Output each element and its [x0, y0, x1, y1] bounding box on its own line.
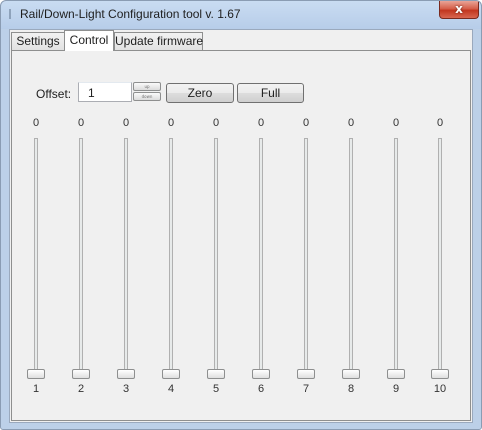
channel-5: 05 — [201, 115, 231, 405]
tab-update-firmware[interactable]: Update firmware — [114, 32, 203, 50]
slider-track[interactable] — [304, 138, 308, 376]
window-title: Rail/Down-Light Configuration tool v. 1.… — [20, 7, 241, 21]
tab-control[interactable]: Control — [64, 30, 114, 51]
channel-value: 0 — [302, 117, 310, 129]
slider-thumb[interactable] — [207, 369, 225, 379]
app-window: Rail/Down-Light Configuration tool v. 1.… — [0, 0, 482, 430]
channel-2: 02 — [66, 115, 96, 405]
channel-8: 08 — [336, 115, 366, 405]
offset-label: Offset: — [36, 87, 72, 101]
channel-3: 03 — [111, 115, 141, 405]
slider-track[interactable] — [34, 138, 38, 376]
control-panel: Offset: 1 up down Zero Full 010203040506… — [11, 50, 471, 421]
channel-10: 0 10 — [425, 115, 455, 405]
channel-9: 09 — [381, 115, 411, 405]
channel-value: 0 — [212, 117, 220, 129]
channel-4: 04 — [156, 115, 186, 405]
channel-value: 0 — [436, 117, 444, 129]
channel-label: 3 — [122, 383, 130, 395]
slider-track[interactable] — [214, 138, 218, 376]
channel-1: 01 — [21, 115, 51, 405]
slider-thumb[interactable] — [72, 369, 90, 379]
slider-thumb[interactable] — [431, 369, 449, 379]
slider-track[interactable] — [394, 138, 398, 376]
channel-value: 0 — [32, 117, 40, 129]
channel-label: 6 — [257, 383, 265, 395]
slider-thumb[interactable] — [162, 369, 180, 379]
channel-6: 06 — [246, 115, 276, 405]
slider-thumb[interactable] — [252, 369, 270, 379]
offset-spin-down-button[interactable]: down — [133, 92, 161, 101]
slider-thumb[interactable] — [342, 369, 360, 379]
channel-label: 8 — [347, 383, 355, 395]
slider-track[interactable] — [438, 138, 442, 376]
channel-label: 4 — [167, 383, 175, 395]
full-button[interactable]: Full — [237, 83, 304, 103]
offset-input[interactable]: 1 — [78, 82, 132, 102]
client-area: Settings Control Update firmware Offset:… — [9, 29, 473, 423]
slider-track[interactable] — [79, 138, 83, 376]
close-icon: x — [455, 2, 463, 16]
channel-label: 9 — [392, 383, 400, 395]
channel-label: 7 — [302, 383, 310, 395]
channel-value: 0 — [392, 117, 400, 129]
channel-value: 0 — [167, 117, 175, 129]
slider-thumb[interactable] — [27, 369, 45, 379]
close-button[interactable]: x — [439, 1, 479, 19]
channel-value: 0 — [347, 117, 355, 129]
slider-track[interactable] — [259, 138, 263, 376]
channel-value: 0 — [257, 117, 265, 129]
slider-track[interactable] — [169, 138, 173, 376]
channel-label: 5 — [212, 383, 220, 395]
channel-label: 10 — [433, 383, 447, 395]
app-icon — [9, 9, 11, 19]
channel-value: 0 — [122, 117, 130, 129]
tab-settings[interactable]: Settings — [11, 32, 65, 50]
channel-7: 07 — [291, 115, 321, 405]
offset-spin-up-button[interactable]: up — [133, 82, 161, 91]
zero-button[interactable]: Zero — [166, 83, 234, 103]
title-bar[interactable]: Rail/Down-Light Configuration tool v. 1.… — [1, 1, 481, 29]
channel-label: 2 — [77, 383, 85, 395]
slider-thumb[interactable] — [387, 369, 405, 379]
slider-thumb[interactable] — [117, 369, 135, 379]
channel-label: 1 — [32, 383, 40, 395]
slider-track[interactable] — [124, 138, 128, 376]
slider-thumb[interactable] — [297, 369, 315, 379]
channel-value: 0 — [77, 117, 85, 129]
slider-track[interactable] — [349, 138, 353, 376]
